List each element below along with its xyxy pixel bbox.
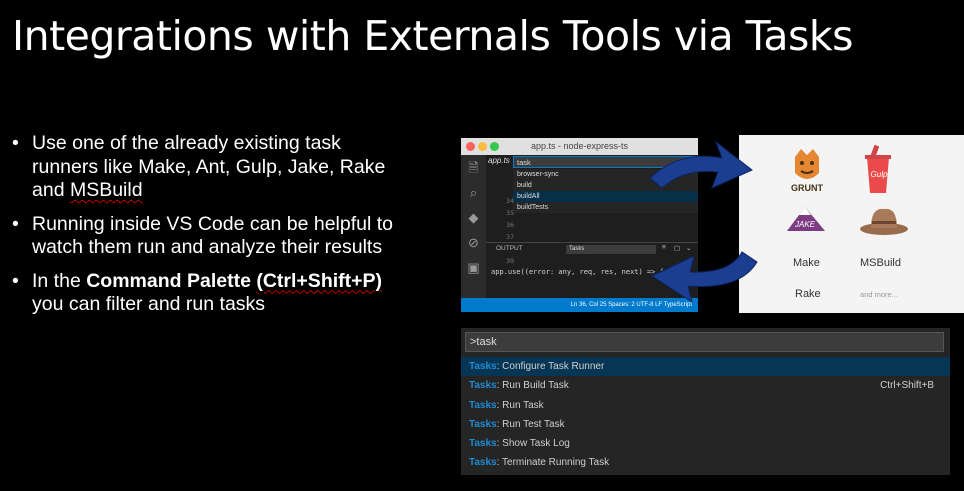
keybinding-label: Ctrl+Shift+B [880,380,934,392]
palette-item-show-task-log[interactable]: Tasks: Show Task Log [461,434,950,453]
arrow-to-vscode-icon [650,251,758,304]
palette-item-run-build-task[interactable]: Tasks: Run Build Task Ctrl+Shift+B [461,376,950,395]
arrow-to-runners-icon [649,140,753,189]
palette-item-prefix: Tasks [469,457,497,469]
palette-item-prefix: Tasks [469,399,497,411]
palette-item-run-test-task[interactable]: Tasks: Run Test Task [461,415,950,434]
palette-item-configure-task-runner[interactable]: Tasks: Configure Task Runner [461,357,950,377]
palette-item-label: : Run Build Task [496,380,569,392]
palette-results: Tasks: Configure Task Runner Tasks: Run … [461,357,950,473]
palette-item-label: : Show Task Log [496,438,570,450]
palette-item-label: : Run Task [496,399,544,411]
command-palette: >task Tasks: Configure Task Runner Tasks… [461,328,950,475]
palette-item-label: : Terminate Running Task [496,457,610,469]
palette-item-prefix: Tasks [469,418,497,430]
palette-item-prefix: Tasks [469,438,497,450]
palette-item-run-task[interactable]: Tasks: Run Task [461,396,950,415]
palette-item-label: : Run Test Task [496,418,565,430]
palette-item-label: : Configure Task Runner [496,361,605,372]
palette-item-prefix: Tasks [469,380,497,392]
palette-item-prefix: Tasks [469,361,497,372]
palette-input[interactable]: >task [465,332,944,352]
palette-item-terminate-running-task[interactable]: Tasks: Terminate Running Task [461,453,950,472]
